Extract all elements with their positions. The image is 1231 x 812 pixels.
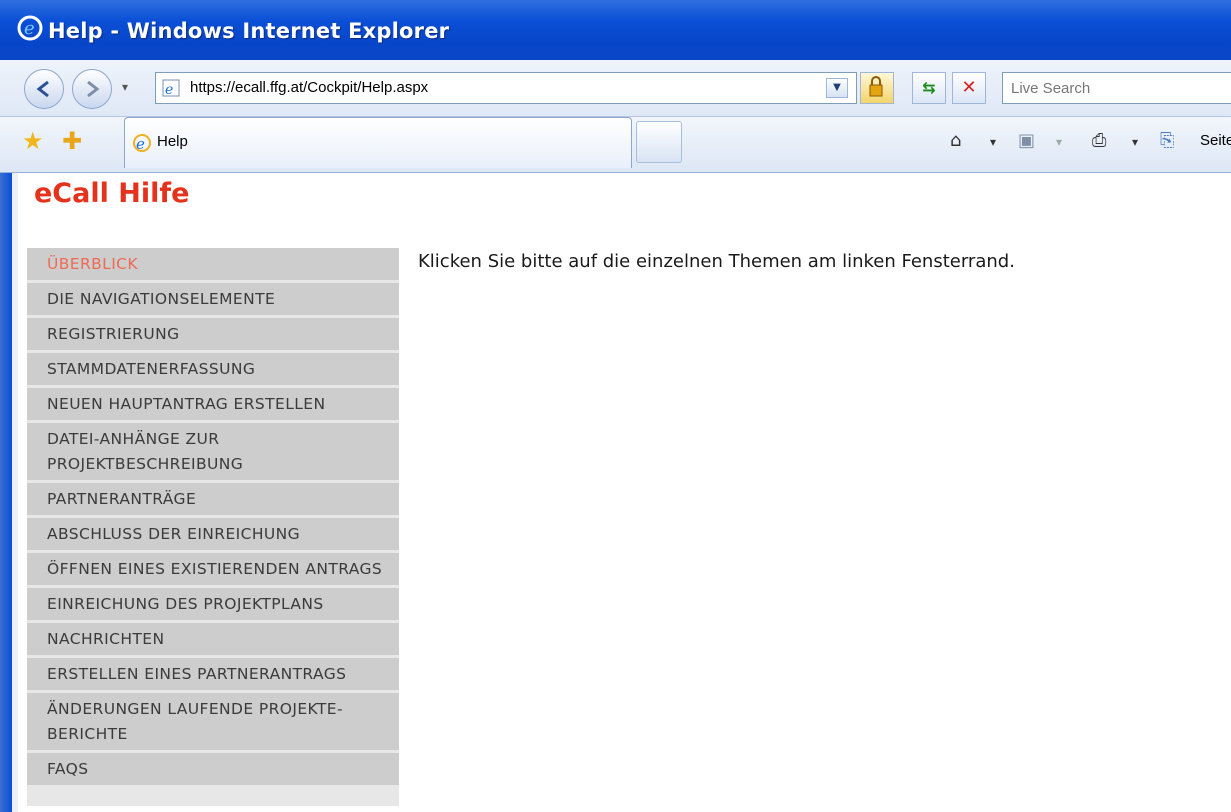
add-favorites-icon[interactable]: ✚: [62, 127, 82, 155]
home-icon[interactable]: ⌂: [950, 130, 961, 151]
address-dropdown-button[interactable]: ▼: [826, 78, 848, 98]
address-url: https://ecall.ffg.at/Cockpit/Help.aspx: [190, 79, 429, 96]
address-toolbar: ▾ e https://ecall.ffg.at/Cockpit/Help.as…: [0, 60, 1231, 117]
svg-text:e: e: [136, 135, 145, 153]
ie-tab-icon: e: [133, 134, 151, 153]
sidebar-item-registrierung[interactable]: REGISTRIERUNG: [27, 318, 399, 353]
help-sidebar: ÜBERBLICK DIE NAVIGATIONSELEMENTE REGIST…: [27, 248, 399, 806]
sidebar-item-aenderungen[interactable]: ÄNDERUNGEN LAUFENDE PROJEKTE-BERICHTE: [27, 693, 399, 753]
sidebar-item-partnerantraege[interactable]: PARTNERANTRÄGE: [27, 483, 399, 518]
sidebar-item-faqs[interactable]: FAQS: [27, 753, 399, 788]
svg-text:e: e: [165, 82, 173, 97]
address-field[interactable]: e https://ecall.ffg.at/Cockpit/Help.aspx…: [155, 72, 857, 104]
sidebar-footer: [27, 788, 399, 806]
new-tab-button[interactable]: [636, 121, 682, 163]
lock-icon: [869, 76, 883, 97]
window-inner-border: [12, 173, 18, 812]
refresh-button[interactable]: ⇆: [912, 72, 946, 104]
print-dropdown[interactable]: ▾: [1132, 135, 1138, 149]
sidebar-item-neuen-hauptantrag[interactable]: NEUEN HAUPTANTRAG ERSTELLEN: [27, 388, 399, 423]
sidebar-item-stammdatenerfassung[interactable]: STAMMDATENERFASSUNG: [27, 353, 399, 388]
intro-text: Klicken Sie bitte auf die einzelnen Them…: [418, 251, 1015, 272]
feeds-icon[interactable]: ▣: [1018, 130, 1035, 151]
page-menu-icon[interactable]: ⎘: [1160, 130, 1174, 151]
home-dropdown[interactable]: ▾: [990, 135, 996, 149]
page-icon: e: [162, 79, 180, 97]
sidebar-item-datei-anhaenge[interactable]: DATEI-ANHÄNGE ZUR PROJEKTBESCHREIBUNG: [27, 423, 399, 483]
sidebar-item-navigationselemente[interactable]: DIE NAVIGATIONSELEMENTE: [27, 283, 399, 318]
sidebar-item-projektplan[interactable]: EINREICHUNG DES PROJEKTPLANS: [27, 588, 399, 623]
security-lock-button[interactable]: [860, 72, 894, 104]
history-dropdown[interactable]: ▾: [122, 80, 128, 94]
svg-text:e: e: [24, 18, 35, 39]
sidebar-item-partnerantrag-erstellen[interactable]: ERSTELLEN EINES PARTNERANTRAGS: [27, 658, 399, 693]
sidebar-item-abschluss[interactable]: ABSCHLUSS DER EINREICHUNG: [27, 518, 399, 553]
forward-button[interactable]: [72, 69, 112, 109]
print-icon[interactable]: ⎙: [1092, 130, 1106, 151]
tab-help[interactable]: e Help: [124, 117, 632, 168]
search-input[interactable]: Live Search: [1002, 72, 1231, 104]
feeds-dropdown[interactable]: ▾: [1056, 135, 1062, 149]
sidebar-item-nachrichten[interactable]: NACHRICHTEN: [27, 623, 399, 658]
forward-icon: [87, 80, 100, 98]
stop-icon: ✕: [961, 77, 977, 98]
window-left-border: [0, 173, 12, 812]
search-placeholder: Live Search: [1011, 80, 1091, 97]
page-title: eCall Hilfe: [34, 178, 190, 209]
sidebar-item-oeffnen-antrag[interactable]: ÖFFNEN EINES EXISTIERENDEN ANTRAGS: [27, 553, 399, 588]
stop-button[interactable]: ✕: [952, 72, 986, 104]
ie-logo-icon: e: [17, 15, 43, 41]
refresh-icon: ⇆: [922, 78, 936, 97]
window-title: Help - Windows Internet Explorer: [48, 19, 450, 43]
tab-label: Help: [157, 133, 188, 150]
back-button[interactable]: [24, 69, 64, 109]
back-icon: [36, 80, 49, 98]
sidebar-item-ueberblick[interactable]: ÜBERBLICK: [27, 248, 399, 283]
page-menu-label[interactable]: Seite: [1200, 132, 1231, 149]
window-title-bar: e Help - Windows Internet Explorer: [0, 0, 1231, 60]
favorites-star-icon[interactable]: ★: [22, 127, 44, 155]
tab-toolbar: ★ ✚ e Help ⌂ ▾ ▣ ▾ ⎙ ▾ ⎘ Seite: [0, 117, 1231, 173]
